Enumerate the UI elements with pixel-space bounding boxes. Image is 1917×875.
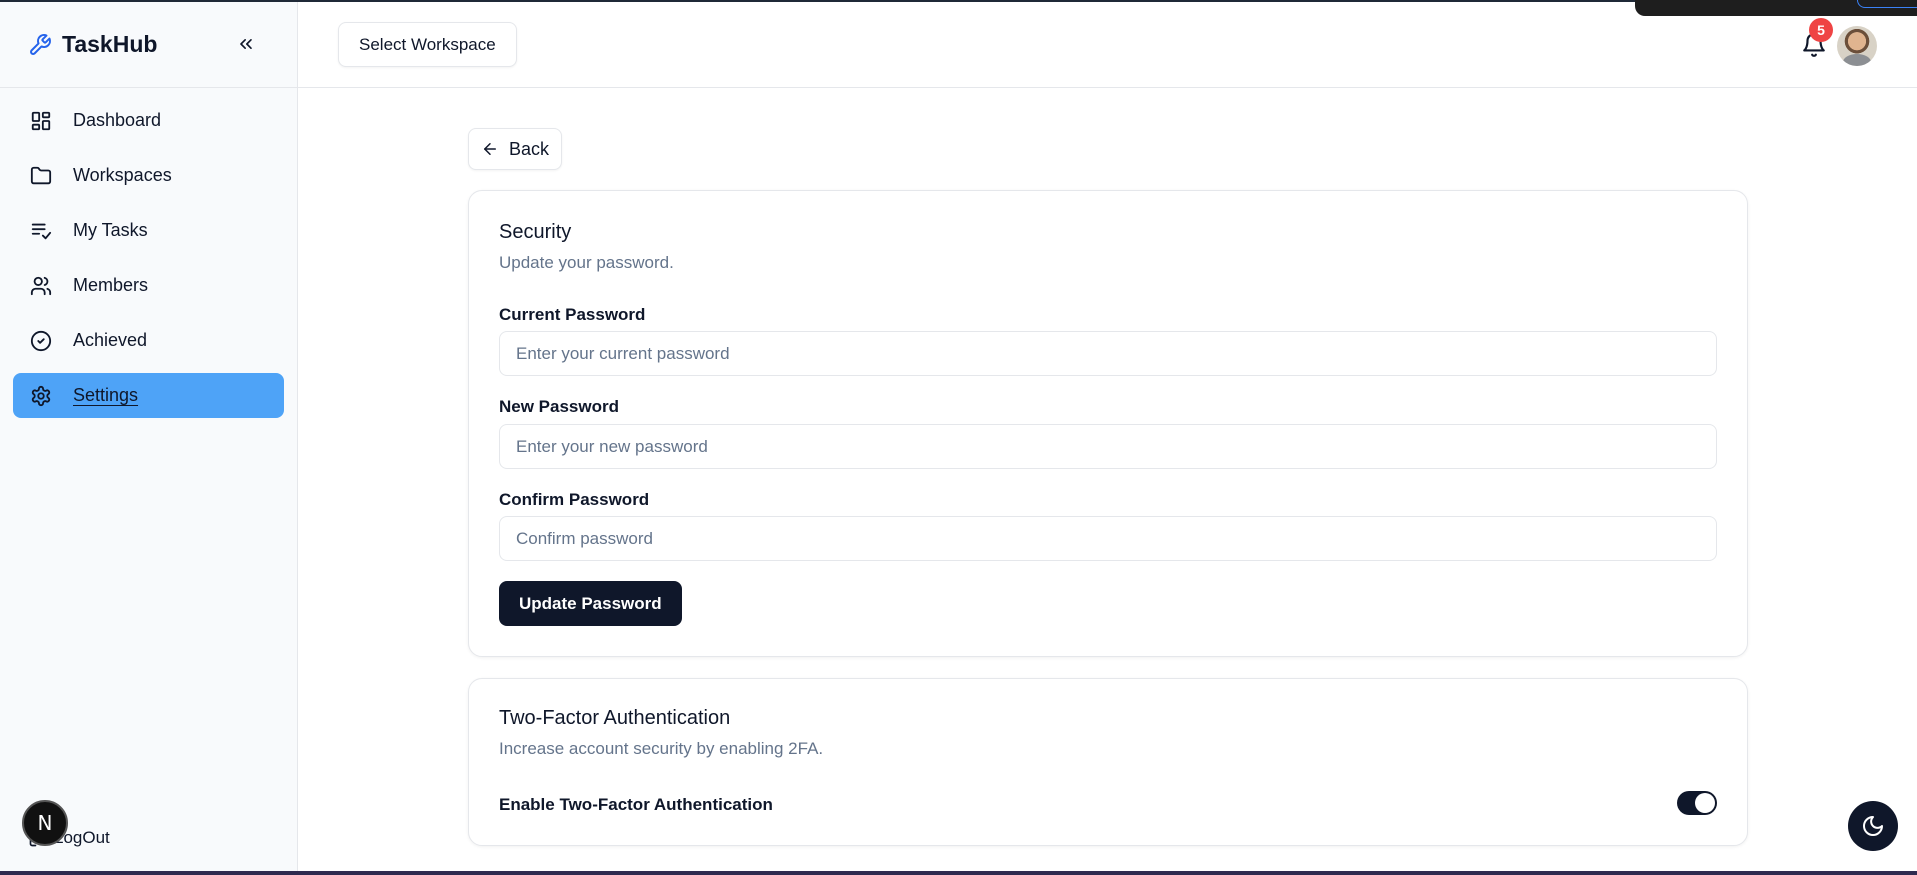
brand: TaskHub (0, 2, 297, 88)
current-password-label: Current Password (499, 305, 646, 324)
list-check-icon (29, 219, 53, 243)
new-password-label: New Password (499, 397, 619, 416)
back-label: Back (509, 138, 550, 159)
sidebar-item-label: Settings (73, 385, 139, 405)
sidebar-item-label: Members (73, 275, 149, 295)
users-icon (29, 274, 53, 298)
current-password-field[interactable] (499, 331, 1717, 376)
moon-icon (1863, 816, 1883, 836)
two-factor-title: Two-Factor Authentication (499, 707, 731, 729)
check-circle-icon (29, 329, 53, 353)
confirm-password-label: Confirm Password (499, 490, 650, 509)
sidebar-item-dashboard[interactable]: Dashboard (13, 98, 284, 143)
two-factor-description: Increase account security by enabling 2F… (499, 739, 824, 758)
select-workspace-button[interactable]: Select Workspace (338, 22, 517, 67)
app-name: TaskHub (62, 31, 158, 57)
toast-notification (1635, 0, 1917, 16)
avatar[interactable] (1837, 26, 1877, 66)
sidebar-item-label: My Tasks (73, 220, 148, 240)
security-title: Security (499, 221, 572, 243)
sidebar-item-label: Workspaces (73, 165, 172, 185)
sidebar-item-workspaces[interactable]: Workspaces (13, 153, 284, 198)
wrench-icon (30, 33, 51, 55)
security-description: Update your password. (499, 253, 674, 272)
sidebar-item-label: Achieved (73, 330, 148, 350)
theme-toggle-button[interactable] (1848, 801, 1898, 851)
window-bottom-border (0, 871, 1917, 875)
sidebar-nav: Dashboard Workspaces My Tasks Members Ac… (0, 88, 297, 438)
back-button[interactable]: Back (468, 128, 563, 170)
arrow-left-icon (484, 143, 496, 155)
avatar-shirt (1843, 54, 1871, 66)
two-factor-card: Two-Factor Authentication Increase accou… (468, 678, 1748, 846)
confirm-password-field[interactable] (499, 516, 1717, 561)
dashboard-icon (29, 109, 53, 133)
sidebar-item-members[interactable]: Members (13, 263, 284, 308)
chevrons-left-icon (240, 39, 252, 50)
sidebar-item-settings[interactable]: Settings (13, 373, 284, 418)
toast-action[interactable] (1857, 0, 1917, 8)
toggle-knob (1695, 793, 1715, 813)
notification-count-badge: 5 (1809, 18, 1833, 42)
two-factor-toggle[interactable] (1677, 791, 1717, 815)
gear-icon (29, 384, 53, 408)
sidebar-item-my-tasks[interactable]: My Tasks (13, 208, 284, 253)
top-header: Select Workspace 5 (298, 0, 1917, 88)
update-password-button[interactable]: Update Password (499, 581, 682, 626)
folder-icon (29, 164, 53, 188)
sidebar-item-label: Dashboard (73, 110, 162, 130)
new-password-field[interactable] (499, 424, 1717, 469)
sidebar: TaskHub Dashboard Workspaces My Tasks Me… (0, 2, 298, 871)
security-card: Security Update your password. Current P… (468, 190, 1748, 657)
sidebar-item-achieved[interactable]: Achieved (13, 318, 284, 363)
collapse-sidebar-button[interactable] (234, 32, 258, 56)
nextjs-dev-badge[interactable]: N (22, 800, 68, 846)
two-factor-toggle-label: Enable Two-Factor Authentication (499, 795, 773, 814)
